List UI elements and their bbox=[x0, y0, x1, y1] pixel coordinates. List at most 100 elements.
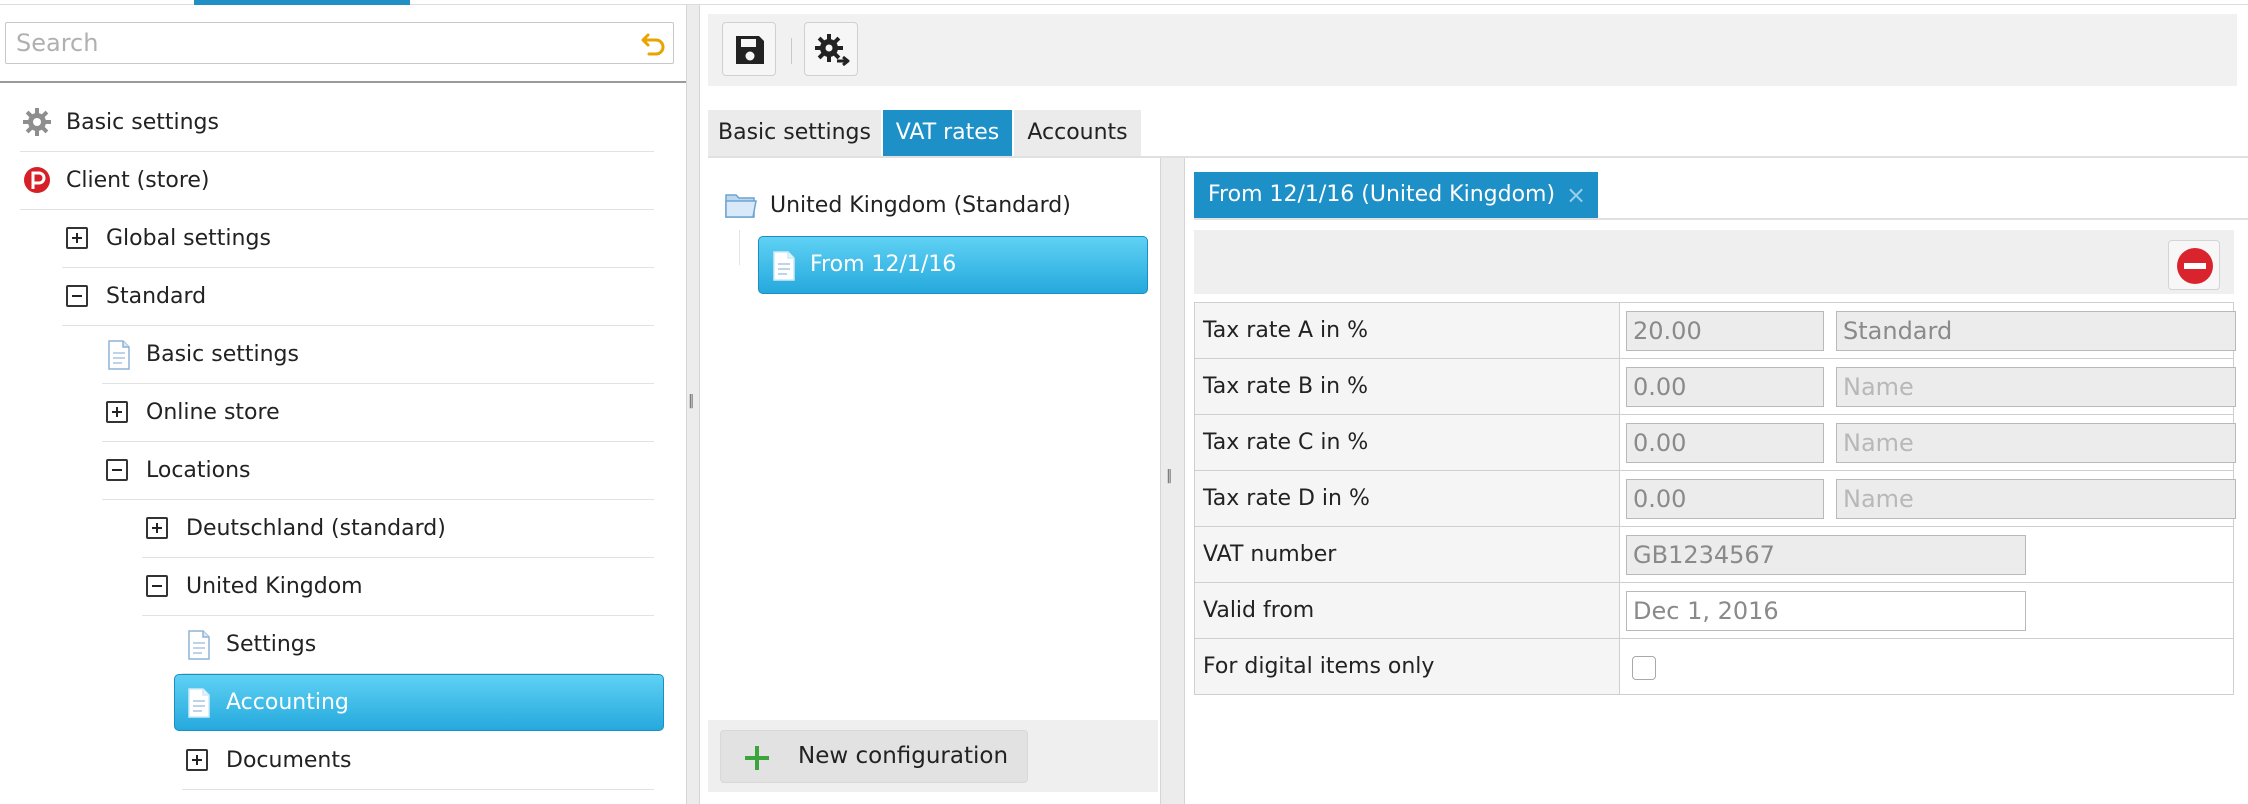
remove-button[interactable] bbox=[2168, 240, 2220, 290]
undo-icon[interactable] bbox=[639, 29, 669, 59]
document-icon bbox=[186, 630, 214, 660]
tree-item-label: Accounting bbox=[226, 690, 349, 715]
settings-export-button[interactable] bbox=[804, 22, 858, 76]
tax-rate-b-input[interactable] bbox=[1626, 367, 1824, 407]
tree-item-documents[interactable]: Documents bbox=[182, 732, 654, 790]
field-label: For digital items only bbox=[1194, 638, 1620, 695]
splitter-grip-icon: || bbox=[1166, 468, 1173, 484]
save-icon bbox=[736, 36, 764, 64]
tax-rate-d-name-input[interactable] bbox=[1836, 479, 2236, 519]
config-folder-label: United Kingdom (Standard) bbox=[770, 193, 1071, 218]
field-label: Valid from bbox=[1194, 582, 1620, 639]
tab-basic-settings[interactable]: Basic settings bbox=[708, 110, 882, 156]
tree-item-accounting[interactable]: Accounting bbox=[174, 674, 664, 731]
collapse-icon[interactable] bbox=[66, 285, 88, 307]
tree-item-label: United Kingdom bbox=[186, 574, 363, 599]
field-label: VAT number bbox=[1194, 526, 1620, 583]
tree-item-label: Basic settings bbox=[146, 342, 299, 367]
field-label: Tax rate A in % bbox=[1194, 302, 1620, 359]
form-row-valid-from: Valid from bbox=[1194, 582, 2234, 639]
form-row-tax-d: Tax rate D in % bbox=[1194, 470, 2236, 527]
detail-toolbar bbox=[1194, 230, 2234, 294]
add-icon bbox=[743, 744, 771, 776]
tree-item-label: Settings bbox=[226, 632, 317, 657]
document-icon bbox=[106, 340, 134, 370]
detail-tab-title: From 12/1/16 (United Kingdom) bbox=[1208, 182, 1556, 207]
vat-number-input[interactable] bbox=[1626, 535, 2026, 575]
tree-item-united-kingdom[interactable]: United Kingdom bbox=[142, 558, 654, 616]
save-button[interactable] bbox=[722, 22, 776, 76]
remove-icon bbox=[2177, 248, 2213, 284]
tab-accounts[interactable]: Accounts bbox=[1014, 110, 1142, 156]
tree-item-standard-basic-settings[interactable]: Basic settings bbox=[102, 326, 654, 384]
tree-item-client-store[interactable]: Client (store) bbox=[20, 152, 654, 210]
expand-icon[interactable] bbox=[106, 401, 128, 423]
new-configuration-button[interactable]: New configuration bbox=[720, 730, 1028, 783]
field-value-cell bbox=[1619, 414, 2236, 471]
detail-tab[interactable]: From 12/1/16 (United Kingdom) × bbox=[1194, 172, 1598, 218]
tree-connector bbox=[739, 230, 740, 265]
tree-item-settings[interactable]: Settings bbox=[182, 616, 654, 674]
tree-item-standard[interactable]: Standard bbox=[62, 268, 654, 326]
folder-icon bbox=[724, 190, 758, 224]
field-value-cell bbox=[1619, 358, 2236, 415]
panel-splitter[interactable]: || bbox=[686, 5, 700, 804]
tree-item-locations[interactable]: Locations bbox=[102, 442, 654, 500]
field-value-cell bbox=[1619, 526, 2234, 583]
form-row-tax-c: Tax rate C in % bbox=[1194, 414, 2236, 471]
tax-rate-c-name-input[interactable] bbox=[1836, 423, 2236, 463]
collapse-icon[interactable] bbox=[106, 459, 128, 481]
gear-icon bbox=[22, 107, 51, 136]
vat-rates-form: Tax rate A in % Tax rate B in % Tax rate… bbox=[1194, 302, 2236, 695]
tax-rate-d-input[interactable] bbox=[1626, 479, 1824, 519]
tax-rate-b-name-input[interactable] bbox=[1836, 367, 2236, 407]
tree-item-online-store[interactable]: Online store bbox=[102, 384, 654, 442]
field-label: Tax rate D in % bbox=[1194, 470, 1620, 527]
new-configuration-label: New configuration bbox=[798, 743, 1009, 769]
config-item-selected[interactable]: From 12/1/16 bbox=[758, 236, 1148, 294]
tax-rate-a-input[interactable] bbox=[1626, 311, 1824, 351]
form-row-vat-number: VAT number bbox=[1194, 526, 2234, 583]
panel-divider bbox=[0, 81, 686, 83]
document-icon bbox=[186, 688, 214, 718]
form-row-tax-b: Tax rate B in % bbox=[1194, 358, 2236, 415]
toolbar-separator bbox=[791, 38, 792, 64]
collapse-icon[interactable] bbox=[146, 575, 168, 597]
search-input[interactable] bbox=[12, 23, 632, 63]
field-value-cell bbox=[1619, 582, 2234, 639]
field-value-cell bbox=[1619, 470, 2236, 527]
valid-from-date-input[interactable] bbox=[1626, 591, 2026, 631]
document-icon bbox=[771, 251, 797, 285]
client-logo-icon bbox=[22, 165, 50, 193]
expand-icon[interactable] bbox=[186, 749, 208, 771]
tree-item-basic-settings[interactable]: Basic settings bbox=[20, 94, 654, 152]
field-label: Tax rate C in % bbox=[1194, 414, 1620, 471]
expand-icon[interactable] bbox=[66, 227, 88, 249]
tree-item-label: Global settings bbox=[106, 226, 271, 251]
tax-rate-c-input[interactable] bbox=[1626, 423, 1824, 463]
config-item-label: From 12/1/16 bbox=[810, 252, 957, 277]
field-value-cell bbox=[1619, 302, 2236, 359]
main-toolbar bbox=[708, 14, 2237, 86]
field-label: Tax rate B in % bbox=[1194, 358, 1620, 415]
config-folder-united-kingdom[interactable]: United Kingdom (Standard) bbox=[724, 190, 1124, 230]
search-box bbox=[5, 22, 674, 64]
tree-item-label: Documents bbox=[226, 748, 352, 773]
expand-icon[interactable] bbox=[146, 517, 168, 539]
splitter-grip-icon: || bbox=[688, 393, 695, 409]
tree-item-label: Online store bbox=[146, 400, 280, 425]
form-row-digital-only: For digital items only bbox=[1194, 638, 2234, 695]
tax-rate-a-name-input[interactable] bbox=[1836, 311, 2236, 351]
tree-item-deutschland[interactable]: Deutschland (standard) bbox=[142, 500, 654, 558]
tree-item-label: Deutschland (standard) bbox=[186, 516, 446, 541]
tree-item-label: Client (store) bbox=[66, 168, 210, 193]
tree-item-label: Standard bbox=[106, 284, 207, 309]
tab-vat-rates[interactable]: VAT rates bbox=[883, 110, 1013, 156]
gear-arrow-icon bbox=[815, 34, 850, 67]
digital-only-checkbox[interactable] bbox=[1632, 656, 1656, 680]
close-icon[interactable]: × bbox=[1566, 172, 1586, 218]
detail-tab-underline bbox=[1194, 218, 2248, 220]
panel-splitter[interactable]: || bbox=[1160, 158, 1185, 804]
form-row-tax-a: Tax rate A in % bbox=[1194, 302, 2236, 359]
tree-item-global-settings[interactable]: Global settings bbox=[62, 210, 654, 268]
